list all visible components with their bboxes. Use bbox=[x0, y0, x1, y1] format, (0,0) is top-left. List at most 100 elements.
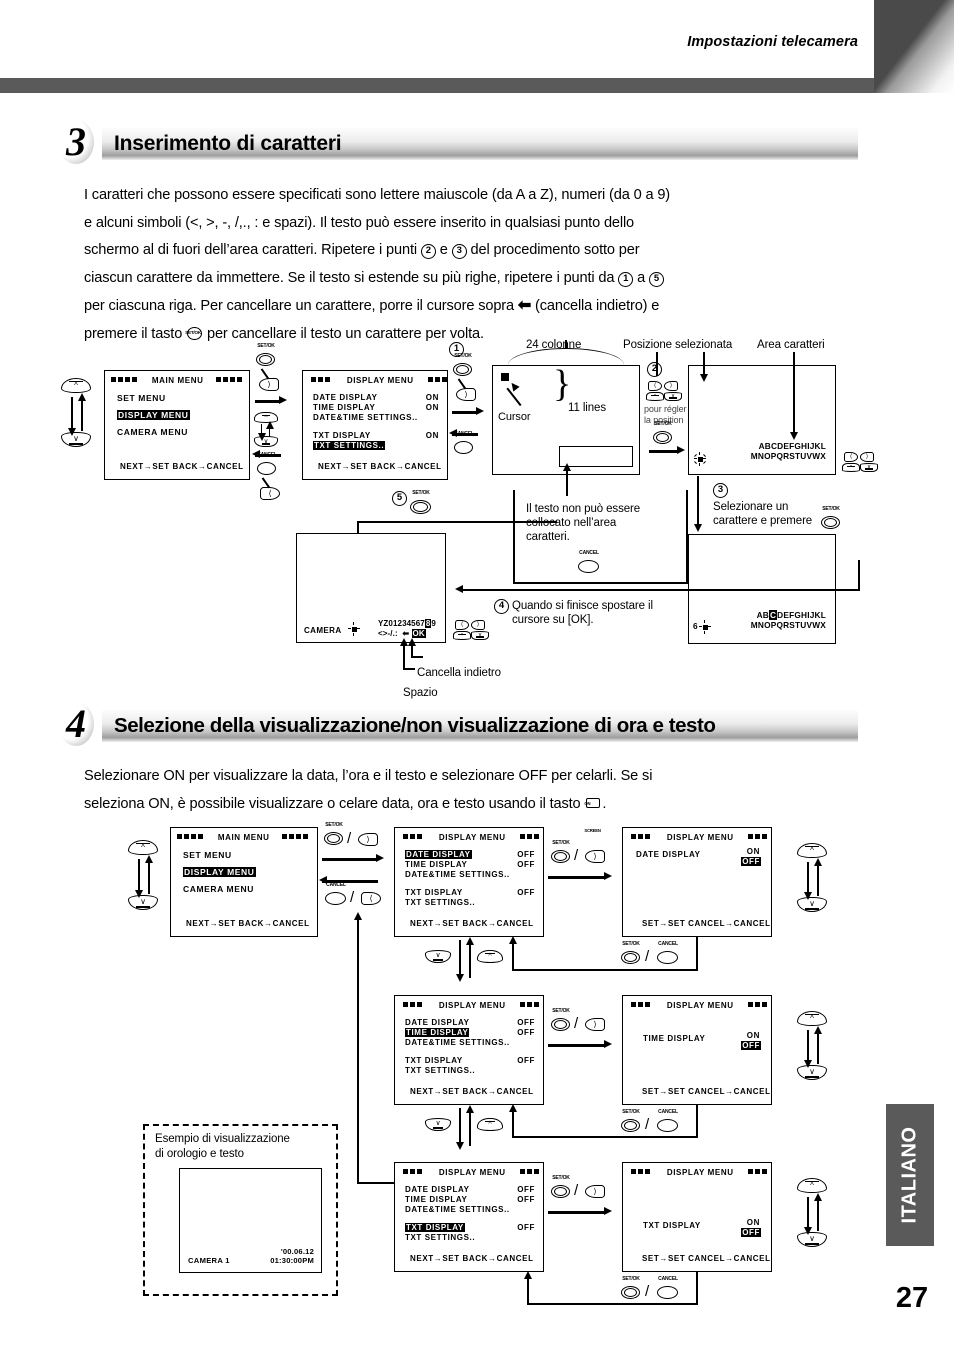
up-key-icon[interactable]: ^ bbox=[477, 1118, 503, 1131]
row-txt-settings[interactable]: TXT SETTINGS.. bbox=[405, 1233, 475, 1242]
row-date-display[interactable]: DATE DISPLAY bbox=[405, 850, 472, 859]
row-txt-settings[interactable]: TXT SETTINGS.. bbox=[313, 441, 386, 450]
nav-line bbox=[459, 1108, 461, 1146]
row-time-display[interactable]: TIME DISPLAY bbox=[313, 403, 375, 412]
down-key-icon[interactable]: ∨ bbox=[860, 463, 878, 472]
cancel-button-icon[interactable]: CANCEL bbox=[257, 452, 277, 475]
setok-button-icon[interactable]: SET/OK bbox=[621, 1109, 641, 1132]
lcd-main-menu-1: MAIN MENU SET MENU DISPLAY MENU CAMERA M… bbox=[104, 370, 250, 480]
setok-button-icon[interactable]: SET/OK bbox=[256, 343, 276, 366]
flow-arrow bbox=[524, 1271, 532, 1279]
up-key-icon[interactable]: ^ bbox=[61, 378, 91, 393]
option-on[interactable]: ON bbox=[747, 847, 760, 856]
row-datetime-settings[interactable]: DATE&TIME SETTINGS.. bbox=[405, 1205, 510, 1214]
up-key-icon[interactable]: ^ bbox=[842, 463, 860, 472]
cancel-button-icon[interactable]: CANCEL bbox=[657, 1276, 679, 1299]
setok-button-icon[interactable]: SET/OK bbox=[653, 421, 673, 444]
setok-button-icon[interactable]: SET/OK bbox=[453, 353, 473, 376]
nav-arrow-up bbox=[813, 1193, 822, 1201]
setok-button-icon[interactable]: SET/OK bbox=[551, 840, 571, 863]
flow-line bbox=[512, 1108, 514, 1137]
right-key-icon[interactable]: ⟩ bbox=[585, 1018, 605, 1031]
right-key-icon[interactable]: ⟩ bbox=[358, 833, 378, 846]
right-key-icon[interactable]: ⟩ bbox=[456, 388, 476, 401]
char-palette-text[interactable]: ABCDEFGHIJKL MNOPQRSTUVWX bbox=[751, 610, 826, 630]
setok-button-icon[interactable]: SET/OK bbox=[551, 1175, 571, 1198]
menu-item-set-menu[interactable]: SET MENU bbox=[183, 850, 232, 860]
entry-palette[interactable]: YZ0123456789 <>-/.: ⬅ OK bbox=[378, 619, 436, 638]
down-key-icon[interactable]: ∨ bbox=[61, 432, 91, 447]
menu-item-camera-menu[interactable]: CAMERA MENU bbox=[117, 427, 188, 437]
left-key-icon[interactable]: ⟨ bbox=[361, 892, 381, 905]
up-key-icon[interactable]: ^ bbox=[128, 840, 158, 855]
right-key-icon[interactable]: ⟩ bbox=[471, 620, 485, 630]
up-key-icon[interactable]: ^ bbox=[797, 843, 827, 858]
menu-item-camera-menu[interactable]: CAMERA MENU bbox=[183, 884, 254, 894]
lcd-date-display-detail: DISPLAY MENU DATE DISPLAY ON OFF SET→SET… bbox=[622, 827, 772, 937]
up-key-icon[interactable]: ^ bbox=[477, 950, 503, 963]
right-key-icon[interactable]: ⟩ bbox=[860, 452, 874, 462]
lcd-time-display-detail: DISPLAY MENU TIME DISPLAY ON OFF SET→SET… bbox=[622, 995, 772, 1105]
setok-button-icon[interactable]: SET/OK bbox=[324, 822, 344, 845]
row-time-display[interactable]: TIME DISPLAY bbox=[405, 1028, 470, 1037]
down-key-icon[interactable]: ∨ bbox=[664, 392, 682, 401]
cancel-button-icon[interactable]: CANCEL bbox=[657, 1109, 679, 1132]
cancel-button-icon[interactable]: CANCEL bbox=[454, 431, 474, 454]
menu-item-set-menu[interactable]: SET MENU bbox=[117, 393, 166, 403]
row-txt-settings[interactable]: TXT SETTINGS.. bbox=[405, 898, 475, 907]
label-spazio: Spazio bbox=[403, 687, 438, 699]
up-key-icon[interactable]: ^ bbox=[646, 392, 664, 401]
left-key-icon[interactable]: ⟨ bbox=[260, 487, 280, 500]
option-on[interactable]: ON bbox=[747, 1218, 760, 1227]
label-selected-position: Posizione selezionata bbox=[623, 339, 733, 351]
row-time-display[interactable]: TIME DISPLAY bbox=[405, 1195, 467, 1204]
setok-button-icon[interactable]: SET/OK bbox=[621, 1276, 641, 1299]
up-key-icon[interactable]: ^ bbox=[453, 631, 471, 640]
row-txt-display[interactable]: TXT DISPLAY bbox=[405, 1223, 465, 1232]
option-on[interactable]: ON bbox=[747, 1031, 760, 1040]
option-off[interactable]: OFF bbox=[741, 1228, 761, 1237]
row-datetime-settings[interactable]: DATE&TIME SETTINGS.. bbox=[313, 413, 418, 422]
cancel-button-icon[interactable]: CANCEL bbox=[578, 550, 600, 573]
row-datetime-settings[interactable]: DATE&TIME SETTINGS.. bbox=[405, 870, 510, 879]
row-txt-display[interactable]: TXT DISPLAY bbox=[313, 431, 371, 440]
down-key-icon[interactable]: ∨ bbox=[797, 1065, 827, 1080]
left-key-icon[interactable]: ⟨ bbox=[844, 452, 858, 462]
setok-button-icon[interactable]: SET/OK bbox=[621, 941, 641, 964]
up-key-icon[interactable]: ^ bbox=[797, 1011, 827, 1026]
down-key-icon[interactable]: ∨ bbox=[797, 897, 827, 912]
menu-item-display-menu[interactable]: DISPLAY MENU bbox=[183, 867, 256, 877]
right-key-icon[interactable]: ⟩ bbox=[664, 381, 678, 391]
down-key-icon[interactable]: ∨ bbox=[797, 1232, 827, 1247]
down-key-icon[interactable]: ∨ bbox=[471, 631, 489, 640]
left-key-icon[interactable]: ⟨ bbox=[648, 381, 662, 391]
row-time-display[interactable]: TIME DISPLAY bbox=[405, 860, 467, 869]
right-key-icon[interactable]: ⟩ bbox=[585, 850, 605, 863]
option-off[interactable]: OFF bbox=[741, 857, 761, 866]
menu-item-display-menu[interactable]: DISPLAY MENU bbox=[117, 410, 190, 420]
row-date-display[interactable]: DATE DISPLAY bbox=[313, 393, 378, 402]
nav-arrow-up bbox=[466, 1105, 474, 1113]
row-txt-settings[interactable]: TXT SETTINGS.. bbox=[405, 1066, 475, 1075]
row-date-display[interactable]: DATE DISPLAY bbox=[405, 1185, 470, 1194]
right-key-icon[interactable]: ⟩ bbox=[585, 1185, 605, 1198]
down-key-icon[interactable]: ∨ bbox=[425, 950, 451, 963]
setok-button-icon[interactable]: SET/OK bbox=[821, 506, 841, 529]
setok-button-icon[interactable]: SET/OK bbox=[410, 490, 432, 514]
up-key-icon[interactable]: ^ bbox=[797, 1178, 827, 1193]
row-txt-display[interactable]: TXT DISPLAY bbox=[405, 1056, 463, 1065]
row-txt-display[interactable]: TXT DISPLAY bbox=[405, 888, 463, 897]
right-key-icon[interactable]: ⟩ bbox=[259, 378, 279, 391]
option-off[interactable]: OFF bbox=[741, 1041, 761, 1050]
row-date-display[interactable]: DATE DISPLAY bbox=[405, 1018, 470, 1027]
setok-button-icon[interactable]: SET/OK bbox=[551, 1008, 571, 1031]
down-key-icon[interactable]: ∨ bbox=[128, 895, 158, 910]
cancel-button-icon[interactable]: CANCEL bbox=[325, 882, 347, 905]
down-key-icon[interactable]: ∨ bbox=[425, 1118, 451, 1131]
cancel-button-icon[interactable]: CANCEL bbox=[657, 941, 679, 964]
left-key-icon[interactable]: ⟨ bbox=[455, 620, 469, 630]
row-datetime-settings[interactable]: DATE&TIME SETTINGS.. bbox=[405, 1038, 510, 1047]
callout-line bbox=[411, 656, 423, 658]
flow-line bbox=[460, 589, 860, 592]
char-palette-text[interactable]: ABCDEFGHIJKL MNOPQRSTUVWX bbox=[751, 441, 826, 461]
